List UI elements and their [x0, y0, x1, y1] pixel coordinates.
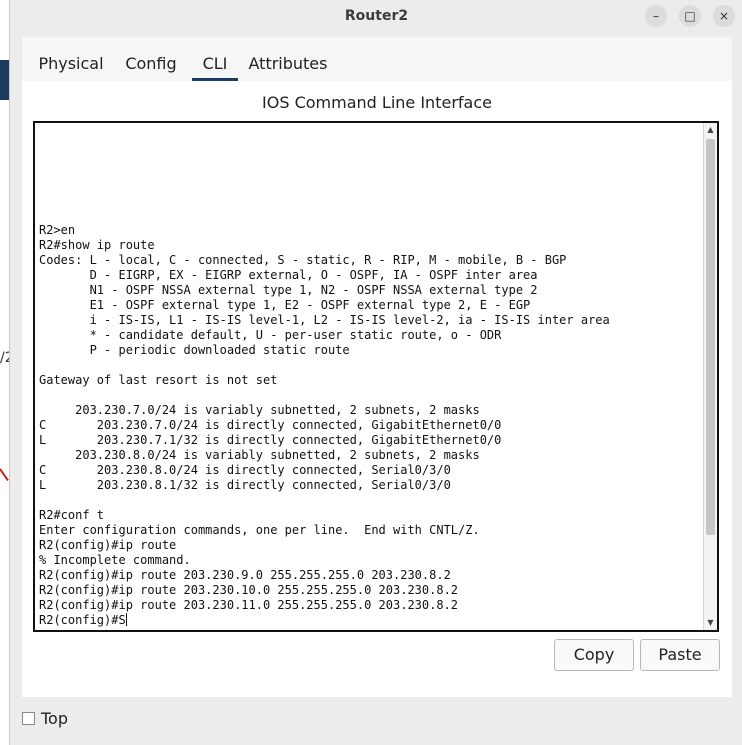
- minimize-icon[interactable]: –: [645, 5, 667, 27]
- scroll-thumb[interactable]: [706, 139, 715, 535]
- cli-line: Enter configuration commands, one per li…: [39, 523, 480, 537]
- cli-line: P - periodic downloaded static route: [39, 343, 350, 357]
- cli-line: 203.230.7.0/24 is variably subnetted, 2 …: [39, 403, 480, 417]
- cli-line: E1 - OSPF external type 1, E2 - OSPF ext…: [39, 298, 531, 312]
- cli-line: R2>en: [39, 223, 76, 237]
- cli-scrollbar[interactable]: ▲ ▼: [703, 123, 717, 630]
- cli-line: N1 - OSPF NSSA external type 1, N2 - OSP…: [39, 283, 538, 297]
- scroll-up-arrow-icon[interactable]: ▲: [704, 123, 717, 137]
- cli-line: Gateway of last resort is not set: [39, 373, 278, 387]
- cli-line: * - candidate default, U - per-user stat…: [39, 328, 502, 342]
- close-icon[interactable]: ×: [713, 5, 735, 27]
- cli-line: L 203.230.7.1/32 is directly connected, …: [39, 433, 502, 447]
- cli-line: R2#conf t: [39, 508, 105, 522]
- cli-terminal[interactable]: R2>en R2#show ip route Codes: L - local,…: [33, 121, 719, 632]
- cli-line: L 203.230.8.1/32 is directly connected, …: [39, 478, 451, 492]
- cli-line: R2#show ip route: [39, 238, 155, 252]
- copy-button[interactable]: Copy: [554, 639, 634, 671]
- router-window: Router2 – □ × Physical Config CLI Attrib…: [9, 0, 742, 745]
- cli-panel: IOS Command Line Interface R2>en R2#show…: [22, 81, 732, 697]
- title-bar[interactable]: Router2 – □ ×: [10, 0, 742, 32]
- cli-cursor: [125, 613, 127, 626]
- maximize-icon[interactable]: □: [679, 5, 701, 27]
- cli-line: % Incomplete command.: [39, 553, 191, 567]
- cli-line: R2(config)#ip route 203.230.10.0 255.255…: [39, 583, 459, 597]
- scroll-down-arrow-icon[interactable]: ▼: [704, 616, 717, 630]
- cli-line: R2(config)#ip route 203.230.11.0 255.255…: [39, 598, 459, 612]
- top-checkbox[interactable]: [22, 712, 35, 725]
- tab-config[interactable]: Config: [120, 47, 182, 81]
- cli-prompt-line: R2(config)#S: [39, 613, 126, 627]
- window-title: Router2: [344, 8, 409, 24]
- cli-line: D - EIGRP, EX - EIGRP external, O - OSPF…: [39, 268, 538, 282]
- background-link-line: [0, 468, 9, 482]
- cli-panel-title: IOS Command Line Interface: [262, 93, 492, 112]
- cli-line: Codes: L - local, C - connected, S - sta…: [39, 253, 567, 267]
- tab-cli[interactable]: CLI: [192, 47, 238, 81]
- top-checkbox-label: Top: [41, 709, 68, 728]
- tab-attributes[interactable]: Attributes: [242, 47, 334, 81]
- cli-line: R2(config)#ip route 203.230.9.0 255.255.…: [39, 568, 451, 582]
- tab-bar: Physical Config CLI Attributes: [22, 47, 328, 81]
- cli-output[interactable]: R2>en R2#show ip route Codes: L - local,…: [39, 223, 699, 628]
- cli-line: 203.230.8.0/24 is variably subnetted, 2 …: [39, 448, 480, 462]
- tab-physical[interactable]: Physical: [22, 47, 120, 81]
- cli-line: R2(config)#ip route: [39, 538, 177, 552]
- cli-line: i - IS-IS, L1 - IS-IS level-1, L2 - IS-I…: [39, 313, 610, 327]
- cli-line: C 203.230.7.0/24 is directly connected, …: [39, 418, 502, 432]
- paste-button[interactable]: Paste: [640, 639, 720, 671]
- cli-line: C 203.230.8.0/24 is directly connected, …: [39, 463, 451, 477]
